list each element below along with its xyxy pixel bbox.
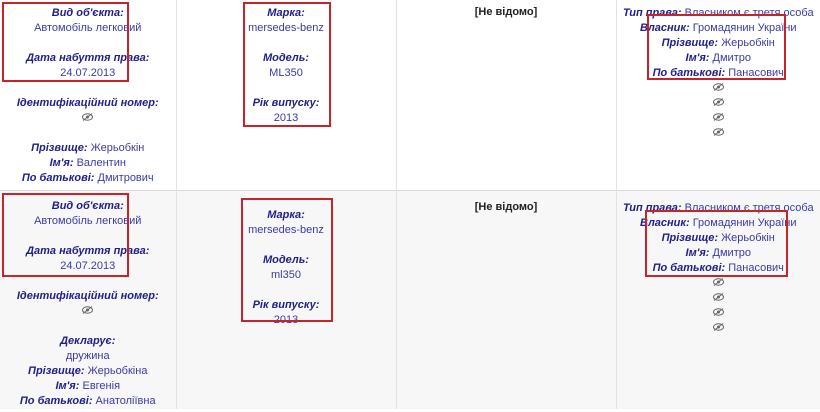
table-row: Вид об'єкта: Автомобіль легковий Дата на… <box>0 189 820 409</box>
hidden-eye-icon[interactable] <box>0 304 176 319</box>
surname-value: Жерьобкін <box>90 142 145 154</box>
patronymic-value: Анатоліївна <box>95 394 156 407</box>
name-value: Валентин <box>76 157 126 169</box>
highlight-box <box>242 2 331 127</box>
declaration-table: Вид об'єкта: Автомобіль легковий Дата на… <box>0 0 820 409</box>
hidden-eye-icon[interactable] <box>617 81 820 96</box>
declarant-value: дружина <box>65 349 110 362</box>
name-label: Ім'я: <box>55 379 80 392</box>
cost-cell: [Не відомо] <box>396 189 617 409</box>
ownership-cell: Тип права: Власником є третя особа Власн… <box>616 189 820 409</box>
id-number-label: Ідентифікаційний номер: <box>16 97 159 109</box>
hidden-eye-icon[interactable] <box>617 126 820 141</box>
hidden-eye-icon[interactable] <box>617 306 820 321</box>
hidden-eye-icon[interactable] <box>617 111 820 126</box>
patronymic-label: По батькові: <box>19 394 93 407</box>
id-number-label: Ідентифікаційний номер: <box>16 289 159 302</box>
hidden-eye-icon[interactable] <box>617 276 820 291</box>
declarant-label: Декларує: <box>60 334 116 347</box>
name-value: Евгенія <box>82 379 121 392</box>
vehicle-cell: Марка: mersedes-benz Модель: ml350 Рік в… <box>176 189 397 409</box>
object-cell: Вид об'єкта: Автомобіль легковий Дата на… <box>0 0 177 190</box>
hidden-eye-icon[interactable] <box>617 96 820 111</box>
highlight-box <box>646 14 786 80</box>
object-cell: Вид об'єкта: Автомобіль легковий Дата на… <box>0 189 177 409</box>
hidden-eye-icon[interactable] <box>0 111 176 126</box>
ownership-cell: Тип права: Власником є третя особа Власн… <box>616 0 820 190</box>
cost-unknown: [Не відомо] <box>474 200 538 213</box>
cost-cell: [Не відомо] <box>396 0 617 190</box>
patronymic-label: По батькові: <box>21 172 95 184</box>
surname-label: Прізвище: <box>31 142 88 154</box>
surname-label: Прізвище: <box>28 364 85 377</box>
highlight-box <box>644 209 788 277</box>
patronymic-value: Дмитрович <box>97 172 154 184</box>
name-label: Ім'я: <box>49 157 74 169</box>
cost-unknown: [Не відомо] <box>474 6 538 18</box>
highlight-box <box>2 2 129 82</box>
surname-value: Жерьобкіна <box>87 364 148 377</box>
hidden-eye-icon[interactable] <box>617 291 820 306</box>
highlight-box <box>240 197 333 322</box>
table-row: Вид об'єкта: Автомобіль легковий Дата на… <box>0 0 820 190</box>
hidden-eye-icon[interactable] <box>617 321 820 336</box>
highlight-box <box>2 192 129 277</box>
vehicle-cell: Марка: mersedes-benz Модель: ML350 Рік в… <box>176 0 397 190</box>
